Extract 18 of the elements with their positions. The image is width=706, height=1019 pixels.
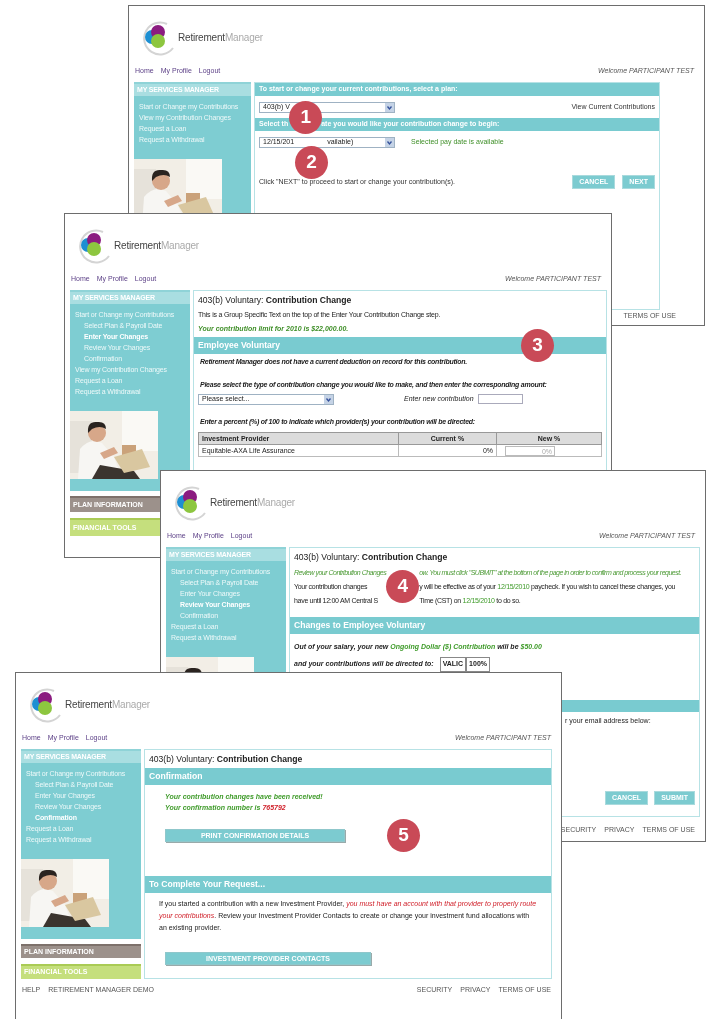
caret-icon xyxy=(385,137,394,147)
page-title: 403(b) Voluntary: Contribution Change xyxy=(293,551,449,564)
input-field[interactable] xyxy=(477,394,523,405)
step-number: 2 xyxy=(295,145,329,179)
page-title: 403(b) Voluntary: Contribution Change xyxy=(197,294,353,307)
section-header: To Complete Your Request... xyxy=(145,875,551,893)
step-number: 5 xyxy=(387,818,420,852)
caret-icon xyxy=(385,102,394,112)
step-number: 4 xyxy=(386,569,420,603)
section-header: Confirmation xyxy=(145,767,551,785)
logo-text: RetirementManager xyxy=(114,238,199,253)
step-number: 3 xyxy=(521,328,554,362)
logo-text: RetirementManager xyxy=(210,495,295,510)
logo-text: RetirementManager xyxy=(178,30,263,45)
page-title: 403(b) Voluntary: Contribution Change xyxy=(148,753,304,766)
caret-icon xyxy=(324,394,333,404)
logo-text: RetirementManager xyxy=(65,697,150,712)
section-header: Changes to Employee Voluntary xyxy=(290,616,699,634)
